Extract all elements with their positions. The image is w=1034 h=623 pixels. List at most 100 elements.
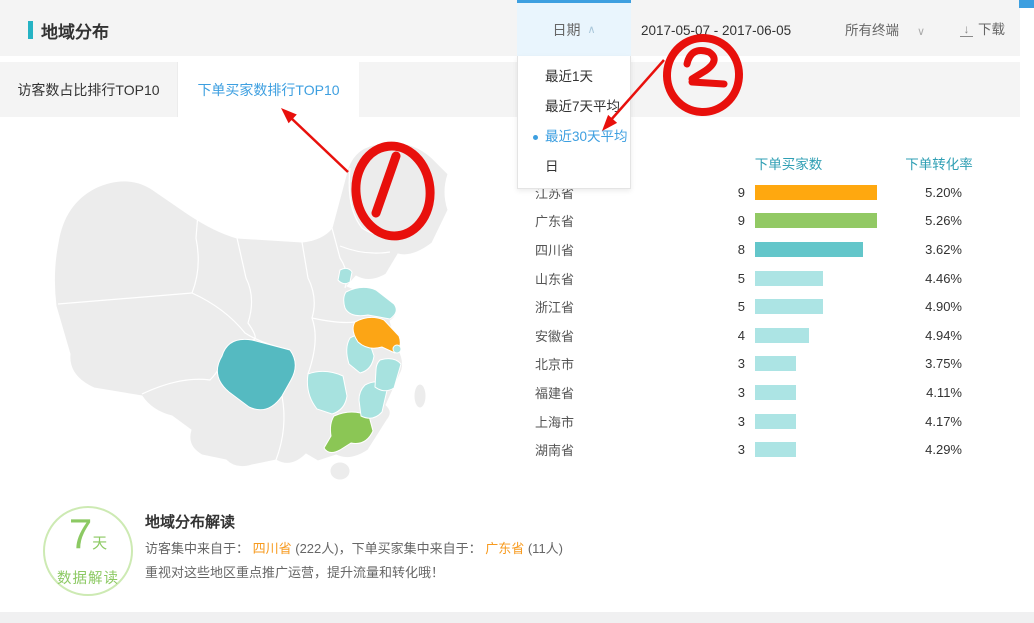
ranking-row: 福建省 3 4.11% bbox=[535, 378, 962, 407]
corner-scroll-accent bbox=[1019, 0, 1034, 8]
region-label: 北京市 bbox=[535, 354, 610, 373]
conversion-value: 3.75% bbox=[880, 356, 962, 371]
conversion-value: 4.29% bbox=[880, 442, 962, 457]
region-label: 安徽省 bbox=[535, 326, 610, 345]
conversion-value: 5.26% bbox=[880, 213, 962, 228]
dropdown-option[interactable]: 日 bbox=[518, 152, 630, 182]
region-label: 上海市 bbox=[535, 412, 610, 431]
conversion-value: 4.11% bbox=[880, 385, 962, 400]
map-region-shandong[interactable] bbox=[344, 287, 397, 319]
chevron-down-icon: ∨ bbox=[917, 26, 925, 38]
bar bbox=[755, 185, 877, 200]
date-filter-button[interactable]: 日期 ∧ bbox=[517, 0, 631, 56]
date-filter-label: 日期 bbox=[552, 20, 580, 40]
footer-strip bbox=[0, 612, 1034, 623]
buyers-value: 3 bbox=[700, 356, 745, 371]
ranking-row: 湖南省 3 4.29% bbox=[535, 435, 962, 464]
insight-text: (222人)，下单买家集中来自于： bbox=[292, 541, 486, 556]
bar-track bbox=[745, 442, 880, 457]
buyers-value: 4 bbox=[700, 328, 745, 343]
ranking-row: 广东省 9 5.26% bbox=[535, 207, 962, 236]
buyers-value: 9 bbox=[700, 185, 745, 200]
ranking-row: 山东省54.46% bbox=[535, 264, 962, 293]
bar-track bbox=[745, 213, 880, 228]
dropdown-option[interactable]: 最近30天平均 bbox=[518, 122, 630, 152]
buyers-value: 3 bbox=[700, 385, 745, 400]
bar-track bbox=[745, 271, 880, 286]
region-label: 湖南省 bbox=[535, 440, 610, 459]
column-header-buyers: 下单买家数 bbox=[741, 153, 836, 173]
bar-track bbox=[745, 356, 880, 371]
badge-caption: 数据解读 bbox=[57, 567, 119, 588]
download-button[interactable]: ↓ 下载 bbox=[960, 21, 1005, 39]
ranking-row: 上海市 3 4.17% bbox=[535, 407, 962, 436]
badge-unit: 天 bbox=[92, 535, 107, 552]
bar bbox=[755, 242, 863, 257]
map-region-beijing[interactable] bbox=[338, 268, 352, 283]
buyers-value: 3 bbox=[700, 414, 745, 429]
region-label: 四川省 bbox=[535, 240, 610, 259]
dropdown-option[interactable]: 最近7天平均 bbox=[518, 92, 630, 122]
region-label: 广东省 bbox=[535, 211, 610, 230]
insight-province-link[interactable]: 四川省 bbox=[253, 541, 292, 556]
bar bbox=[755, 271, 823, 286]
conversion-value: 3.62% bbox=[880, 242, 962, 257]
bar bbox=[755, 414, 796, 429]
region-label: 福建省 bbox=[535, 383, 610, 402]
download-label: 下载 bbox=[978, 21, 1005, 39]
bar-track bbox=[745, 299, 880, 314]
bar bbox=[755, 385, 796, 400]
map-region-taiwan bbox=[414, 384, 426, 408]
insight-title: 地域分布解读 bbox=[145, 511, 235, 532]
dropdown-option[interactable]: 最近1天 bbox=[518, 62, 630, 92]
bar-track bbox=[745, 414, 880, 429]
ranking-row: 浙江省54.90% bbox=[535, 292, 962, 321]
bar bbox=[755, 299, 823, 314]
map-region-hainan bbox=[330, 462, 350, 480]
bar bbox=[755, 356, 796, 371]
geo-distribution-panel: 地域分布 日期 ∧ 2017-05-07 - 2017-06-05 所有终端∨ … bbox=[0, 0, 1034, 623]
dropdown-option-label: 最近30天平均 bbox=[545, 129, 628, 144]
insight-line2: 重视对这些地区重点推广运营，提升流量和转化哦！ bbox=[145, 562, 444, 581]
terminal-filter[interactable]: 所有终端 ∨ bbox=[845, 22, 925, 40]
dropdown-option-label: 最近1天 bbox=[545, 69, 593, 84]
right-strip bbox=[1020, 0, 1034, 117]
bar-track bbox=[745, 328, 880, 343]
buyers-value: 3 bbox=[700, 442, 745, 457]
china-map bbox=[50, 128, 510, 488]
tab-visitor-ratio-top10[interactable]: 访客数占比排行TOP10 bbox=[0, 62, 178, 117]
bar-track bbox=[745, 185, 880, 200]
selected-dot-icon bbox=[533, 135, 538, 140]
tab-order-buyers-top10[interactable]: 下单买家数排行TOP10 bbox=[178, 62, 359, 117]
map-region-shanghai[interactable] bbox=[393, 345, 401, 353]
conversion-value: 4.94% bbox=[880, 328, 962, 343]
ranking-row: 四川省83.62% bbox=[535, 235, 962, 264]
date-dropdown-menu: 最近1天最近7天平均最近30天平均日 bbox=[517, 56, 631, 189]
terminal-filter-label: 所有终端 bbox=[845, 23, 899, 38]
seven-day-badge: 7天 数据解读 bbox=[43, 506, 133, 596]
bar-track bbox=[745, 242, 880, 257]
page-title: 地域分布 bbox=[41, 18, 109, 43]
download-icon: ↓ bbox=[960, 23, 973, 37]
buyers-value: 5 bbox=[700, 299, 745, 314]
ranking-row: 北京市 3 3.75% bbox=[535, 350, 962, 379]
buyers-value: 9 bbox=[700, 213, 745, 228]
china-map-svg bbox=[50, 128, 510, 488]
title-accent-bar bbox=[28, 21, 33, 39]
conversion-value: 4.90% bbox=[880, 299, 962, 314]
bar-track bbox=[745, 385, 880, 400]
region-label: 山东省 bbox=[535, 269, 610, 288]
insight-province-link[interactable]: 广东省 bbox=[485, 541, 524, 556]
badge-top: 7天 bbox=[69, 514, 107, 564]
insight-line1: 访客集中来自于： 四川省 (222人)，下单买家集中来自于： 广东省 (11人) bbox=[145, 538, 563, 557]
date-range-value[interactable]: 2017-05-07 - 2017-06-05 bbox=[641, 22, 791, 40]
chevron-up-icon: ∧ bbox=[587, 23, 595, 36]
badge-number: 7 bbox=[69, 510, 92, 557]
insight-text: (11人) bbox=[524, 541, 563, 556]
dropdown-option-label: 最近7天平均 bbox=[545, 99, 620, 114]
conversion-value: 4.17% bbox=[880, 414, 962, 429]
ranking-row: 安徽省 4 4.94% bbox=[535, 321, 962, 350]
conversion-value: 5.20% bbox=[880, 185, 962, 200]
buyers-value: 5 bbox=[700, 271, 745, 286]
map-region-zhejiang[interactable] bbox=[375, 359, 401, 391]
